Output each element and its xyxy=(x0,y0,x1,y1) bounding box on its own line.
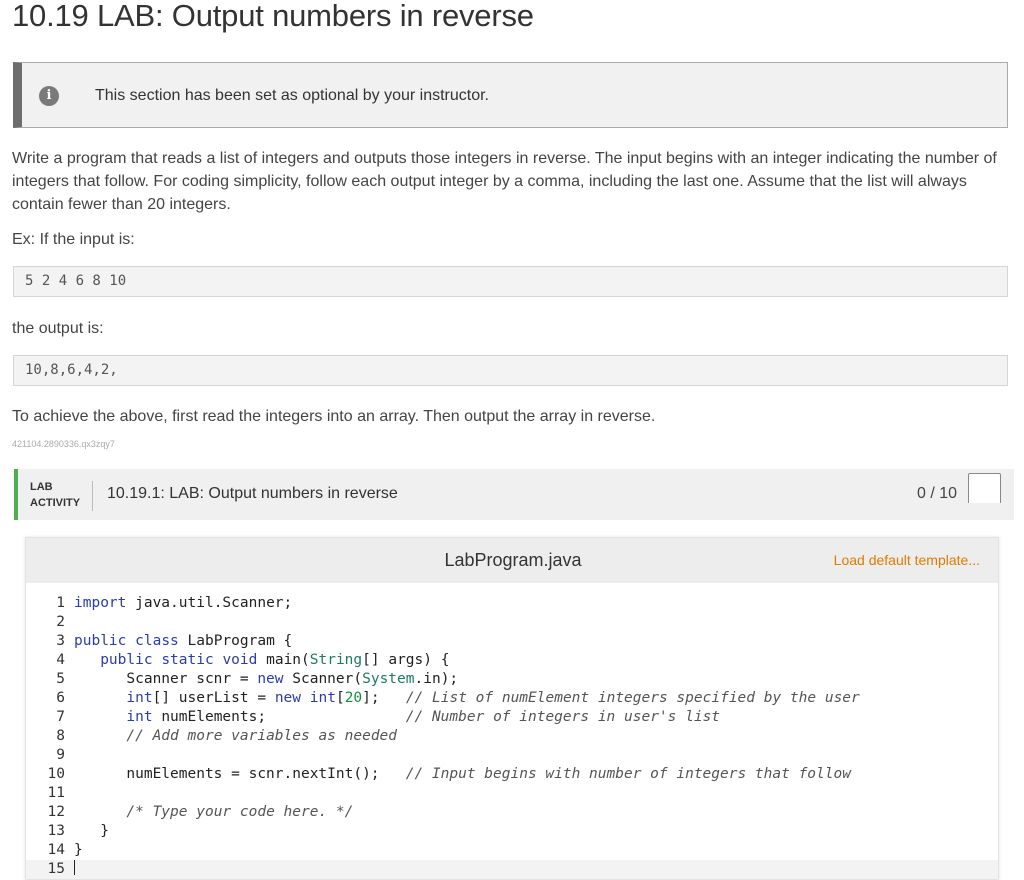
text-cursor xyxy=(74,860,75,875)
info-icon: i xyxy=(39,86,59,106)
code-text[interactable]: /* Type your code here. */ xyxy=(74,804,353,820)
code-text[interactable]: public class LabProgram { xyxy=(74,633,292,649)
line-number: 4 xyxy=(56,652,65,668)
code-line[interactable]: 6 int[] userList = new int[20]; // List … xyxy=(26,689,998,708)
code-text[interactable]: int[] userList = new int[20]; // List of… xyxy=(74,690,859,706)
code-line[interactable]: 2 xyxy=(26,613,998,632)
code-line[interactable]: 13 } xyxy=(26,822,998,841)
line-number: 9 xyxy=(56,747,65,763)
lab-divider xyxy=(92,481,93,511)
line-number: 7 xyxy=(56,709,65,725)
line-number: 2 xyxy=(56,614,65,630)
lab-tag-line2: ACTIVITY xyxy=(30,497,81,509)
line-number: 11 xyxy=(47,785,65,801)
example-input: 5 2 4 6 8 10 xyxy=(13,266,1008,297)
code-text[interactable]: Scanner scnr = new Scanner(System.in); xyxy=(74,671,458,687)
line-number: 12 xyxy=(47,804,65,820)
code-line[interactable]: 8 // Add more variables as needed xyxy=(26,727,998,746)
code-line[interactable]: 15 xyxy=(26,860,998,879)
lab-title: 10.19.1: LAB: Output numbers in reverse xyxy=(107,485,398,502)
section-id: 421104.2890336.qx3zqy7 xyxy=(12,439,115,449)
code-text[interactable]: import java.util.Scanner; xyxy=(74,595,292,611)
lab-score: 0 / 10 xyxy=(917,485,958,502)
code-text[interactable]: // Add more variables as needed xyxy=(74,728,397,744)
line-number: 8 xyxy=(56,728,65,744)
problem-description: Write a program that reads a list of int… xyxy=(12,150,997,213)
code-editor[interactable]: LabProgram.java Load default template...… xyxy=(25,537,999,880)
line-number: 6 xyxy=(56,690,65,706)
notice-text: This section has been set as optional by… xyxy=(95,87,489,104)
code-line[interactable]: 12 /* Type your code here. */ xyxy=(26,803,998,822)
code-line[interactable]: 9 xyxy=(26,746,998,765)
code-text[interactable]: } xyxy=(74,842,83,858)
code-line[interactable]: 14} xyxy=(26,841,998,860)
page-title: 10.19 LAB: Output numbers in reverse xyxy=(12,0,534,33)
lab-activity-tag: LAB ACTIVITY xyxy=(30,479,80,511)
line-number: 3 xyxy=(56,633,65,649)
code-line[interactable]: 1 import java.util.Scanner; xyxy=(26,594,998,613)
line-number: 14 xyxy=(47,842,65,858)
line-number: 10 xyxy=(47,766,65,782)
hint-text: To achieve the above, first read the int… xyxy=(12,408,656,425)
code-area[interactable]: 1 import java.util.Scanner; 2 3 public class… xyxy=(26,594,998,879)
code-line[interactable]: 5 Scanner scnr = new Scanner(System.in); xyxy=(26,670,998,689)
line-number: 15 xyxy=(47,861,65,877)
code-text[interactable]: numElements = scnr.nextInt(); // Input b… xyxy=(74,766,851,782)
code-line[interactable]: 7 int numElements; // Number of integers… xyxy=(26,708,998,727)
lab-tag-line1: LAB xyxy=(30,481,53,493)
code-line[interactable]: 3 public class LabProgram { xyxy=(26,632,998,651)
load-default-template-button[interactable]: Load default template... xyxy=(834,552,980,568)
code-text[interactable]: int numElements; // Number of integers i… xyxy=(74,709,720,725)
editor-toolbar: LabProgram.java Load default template... xyxy=(26,538,998,583)
line-number: 13 xyxy=(47,823,65,839)
example-output-label: the output is: xyxy=(12,320,104,337)
completion-badge-icon xyxy=(968,473,1001,511)
optional-notice: i This section has been set as optional … xyxy=(13,62,1008,128)
code-line[interactable]: 10 numElements = scnr.nextInt(); // Inpu… xyxy=(26,765,998,784)
example-input-label: Ex: If the input is: xyxy=(12,231,135,248)
code-line[interactable]: 11 xyxy=(26,784,998,803)
code-text[interactable]: } xyxy=(74,823,109,839)
lab-activity-header: LAB ACTIVITY 10.19.1: LAB: Output number… xyxy=(14,469,1014,520)
example-output: 10,8,6,4,2, xyxy=(13,355,1008,386)
line-number: 5 xyxy=(56,671,65,687)
code-line[interactable]: 4 public static void main(String[] args)… xyxy=(26,651,998,670)
line-number: 1 xyxy=(56,595,65,611)
code-text[interactable]: public static void main(String[] args) { xyxy=(74,652,449,668)
